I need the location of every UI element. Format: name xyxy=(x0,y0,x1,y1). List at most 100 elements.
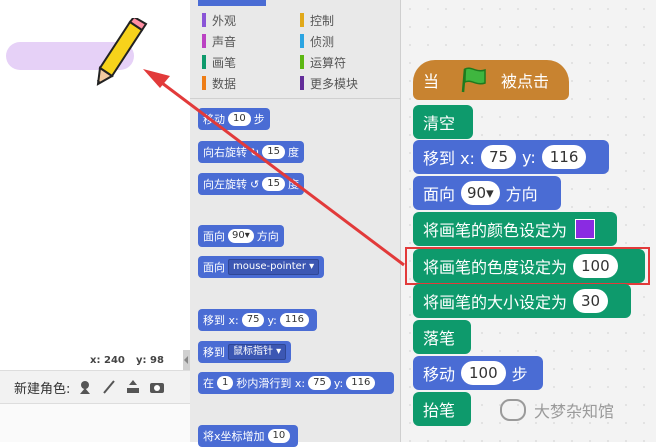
block-input[interactable]: 15 xyxy=(262,145,285,159)
palette-block-move[interactable]: 移动 10 步 xyxy=(198,108,270,130)
highlight-box xyxy=(405,247,650,285)
category-label: 数据 xyxy=(212,76,237,91)
move-steps-block[interactable]: 移动 100 步 xyxy=(413,356,543,390)
pen-up-block[interactable]: 抬笔 xyxy=(413,392,471,426)
block-palette: 外观 控制 声音 侦测 画笔 运算符 数据 更多模块 移动 10 步 向右旋转 … xyxy=(190,0,401,447)
stage[interactable] xyxy=(0,0,191,352)
new-sprite-bar: 新建角色: xyxy=(0,370,190,404)
category-swatch xyxy=(300,13,304,27)
block-text: 在 xyxy=(203,377,214,390)
pencil-sprite[interactable] xyxy=(92,18,152,88)
block-text: 向左旋转 xyxy=(203,178,247,191)
category-swatch xyxy=(202,34,206,48)
palette-collapse-handle[interactable] xyxy=(183,350,190,370)
block-text: 度 xyxy=(287,178,299,191)
upload-icon[interactable] xyxy=(124,378,142,396)
block-text: 方向 xyxy=(505,185,538,204)
goto-target-dropdown[interactable]: 鼠标指针 ▾ xyxy=(228,344,287,360)
category-sensing[interactable]: 侦测 xyxy=(300,33,334,49)
watermark-text: 大梦杂知馆 xyxy=(534,402,615,421)
y-input[interactable]: 116 xyxy=(541,145,587,169)
category-looks[interactable]: 外观 xyxy=(202,12,236,28)
steps-input[interactable]: 100 xyxy=(461,361,506,385)
mouse-coordinates: x: 240 y: 98 xyxy=(0,352,190,370)
block-text: 面向 xyxy=(203,261,225,274)
palette-block-goto-xy[interactable]: 移到 x: 75 y: 116 xyxy=(198,309,317,331)
y-input[interactable]: 116 xyxy=(346,376,376,390)
y-label: y: xyxy=(136,355,147,366)
seconds-input[interactable]: 1 xyxy=(217,376,234,390)
category-swatch xyxy=(300,34,304,48)
block-input[interactable]: 10 xyxy=(267,429,291,443)
block-text: 当 xyxy=(423,72,440,91)
palette-block-change-x[interactable]: 将x坐标增加 10 xyxy=(198,425,299,447)
category-sound[interactable]: 声音 xyxy=(202,33,236,49)
pen-down-block[interactable]: 落笔 xyxy=(413,320,471,354)
x-input[interactable]: 75 xyxy=(308,376,331,390)
set-pen-color-block[interactable]: 将画笔的颜色设定为 xyxy=(413,212,617,246)
category-more-blocks[interactable]: 更多模块 xyxy=(300,75,358,91)
block-text: 抬笔 xyxy=(423,401,456,420)
category-label: 控制 xyxy=(310,13,335,28)
category-swatch xyxy=(202,76,206,90)
set-pen-size-block[interactable]: 将画笔的大小设定为 30 xyxy=(413,284,631,318)
category-swatch xyxy=(300,55,304,69)
category-label: 运算符 xyxy=(310,55,347,70)
y-value: 98 xyxy=(150,355,164,366)
active-category-tab[interactable] xyxy=(198,0,266,6)
rotate-left-icon: ↺ xyxy=(250,177,260,191)
palette-block-turn-right[interactable]: 向右旋转 ↻ 15 度 xyxy=(198,141,304,163)
block-text: 将画笔的颜色设定为 xyxy=(423,221,568,240)
block-text: 被点击 xyxy=(501,72,550,91)
x-input[interactable]: 75 xyxy=(480,145,517,169)
block-input[interactable]: 10 xyxy=(228,112,251,126)
block-text: 向右旋转 xyxy=(203,146,247,159)
target-dropdown[interactable]: mouse-pointer ▾ xyxy=(228,259,320,275)
category-swatch xyxy=(300,76,304,90)
palette-block-point-direction[interactable]: 面向 90▾ 方向 xyxy=(198,225,284,247)
category-control[interactable]: 控制 xyxy=(300,12,334,28)
direction-dropdown[interactable]: 90▾ xyxy=(228,229,254,243)
goto-xy-block[interactable]: 移到 x: 75 y: 116 xyxy=(413,140,609,174)
clear-block[interactable]: 清空 xyxy=(413,105,473,139)
rotate-right-icon: ↻ xyxy=(250,145,260,159)
category-label: 外观 xyxy=(212,13,237,28)
block-text: y: xyxy=(522,147,536,167)
y-input[interactable]: 116 xyxy=(279,313,309,327)
block-text: 方向 xyxy=(256,230,279,243)
category-swatch xyxy=(202,55,206,69)
when-flag-clicked-block[interactable]: 当 被点击 xyxy=(413,60,569,100)
block-text: 步 xyxy=(253,113,265,126)
new-sprite-label: 新建角色: xyxy=(14,381,71,397)
point-direction-block[interactable]: 面向 90▾ 方向 xyxy=(413,176,561,210)
category-label: 画笔 xyxy=(212,55,237,70)
palette-block-goto[interactable]: 移到 鼠标指针 ▾ xyxy=(198,341,292,363)
block-text: 移到 x: xyxy=(203,314,239,327)
sprite-library-icon[interactable] xyxy=(76,378,94,396)
sprite-list xyxy=(0,404,190,442)
block-text: 落笔 xyxy=(423,329,456,348)
size-input[interactable]: 30 xyxy=(573,289,609,313)
palette-block-point-towards[interactable]: 面向 mouse-pointer ▾ xyxy=(198,256,325,278)
block-text: 秒内滑行到 x: xyxy=(236,377,306,390)
category-data[interactable]: 数据 xyxy=(202,75,236,91)
block-text: 移到 x: xyxy=(423,149,475,168)
block-input[interactable]: 15 xyxy=(262,177,285,191)
block-text: y: xyxy=(333,376,344,390)
category-pen[interactable]: 画笔 xyxy=(202,54,236,70)
block-text: 将画笔的大小设定为 xyxy=(423,293,568,312)
category-operators[interactable]: 运算符 xyxy=(300,54,346,70)
palette-block-glide[interactable]: 在 1 秒内滑行到 x: 75 y: 116 xyxy=(198,372,394,394)
pen-color-swatch[interactable] xyxy=(575,219,596,239)
palette-block-turn-left[interactable]: 向左旋转 ↺ 15 度 xyxy=(198,173,304,195)
category-swatch xyxy=(202,13,206,27)
block-text: y: xyxy=(267,313,277,327)
wechat-icon xyxy=(500,399,526,421)
direction-dropdown[interactable]: 90▾ xyxy=(461,181,500,205)
x-input[interactable]: 75 xyxy=(241,313,265,327)
paint-brush-icon[interactable] xyxy=(100,378,118,396)
watermark: 大梦杂知馆 xyxy=(500,398,614,422)
camera-icon[interactable] xyxy=(148,378,166,396)
x-value: 240 xyxy=(104,355,125,366)
category-label: 更多模块 xyxy=(310,76,359,91)
